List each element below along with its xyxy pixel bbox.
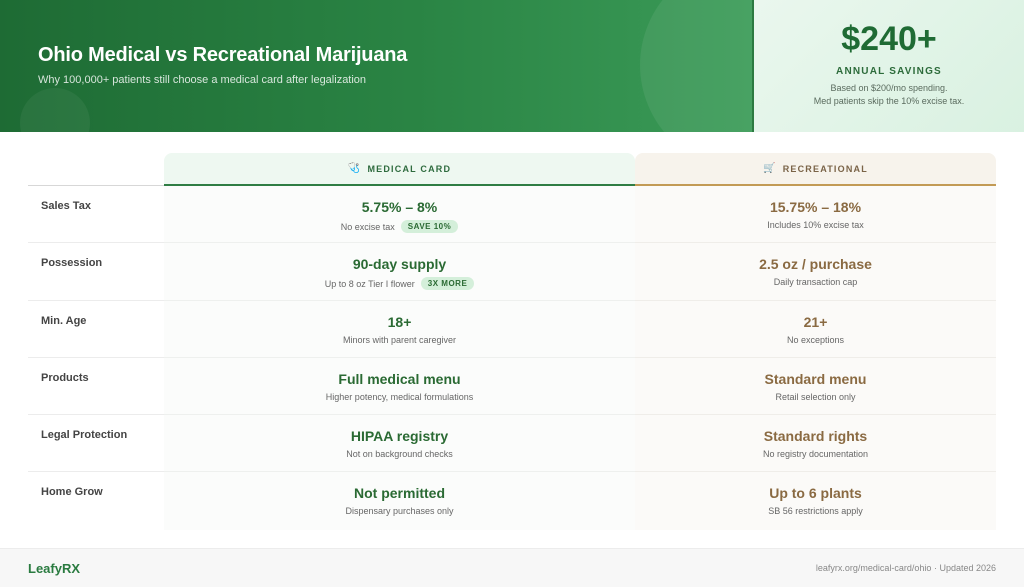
medical-value: Full medical menu <box>338 370 461 387</box>
decorative-circle <box>20 88 90 132</box>
table-row: Legal Protection HIPAA registry Not on b… <box>28 415 996 473</box>
header: Ohio Medical vs Recreational Marijuana W… <box>0 0 1024 132</box>
medical-value: 18+ <box>387 313 412 330</box>
stethoscope-icon: 🩺 <box>347 163 362 174</box>
recreational-value: 2.5 oz / purchase <box>759 256 872 273</box>
row-label: Min. Age <box>28 301 164 358</box>
medical-cell: HIPAA registry Not on background checks <box>164 415 635 473</box>
medical-cell: 90-day supply Up to 8 oz Tier I flower 3X… <box>164 243 635 301</box>
medical-value: 90-day supply <box>352 256 447 273</box>
medical-cell: 18+ Minors with parent caregiver <box>164 300 635 358</box>
medical-value: HIPAA registry <box>350 428 449 445</box>
recreational-value: Up to 6 plants <box>769 485 862 502</box>
row-label: Home Grow <box>41 486 103 499</box>
page-title: Ohio Medical vs Recreational Marijuana <box>38 44 408 66</box>
row-label: Legal Protection <box>28 415 164 473</box>
row-label: Possession <box>28 243 164 301</box>
medical-detail: Up to 8 oz Tier I flower <box>324 278 415 289</box>
page-subtitle: Why 100,000+ patients still choose a med… <box>38 74 367 86</box>
recreational-detail: No exceptions <box>786 334 845 345</box>
savings-label: ANNUAL SAVINGS <box>836 66 942 77</box>
medical-detail: No excise tax <box>340 221 395 232</box>
medical-cell: Not permitted Dispensary purchases only <box>164 472 635 530</box>
savings-panel: $240+ ANNUAL SAVINGS Based on $200/mo sp… <box>752 0 1024 132</box>
footer: LeafyRX leafyrx.org/medical-card/ohio · … <box>0 548 1024 587</box>
recreational-detail: Daily transaction cap <box>773 277 858 288</box>
recreational-value: 21+ <box>803 313 828 330</box>
highlight-badge: 3X MORE <box>420 277 475 291</box>
table-row: Home Grow Not permitted Dispensary purch… <box>28 472 996 530</box>
recreational-value: 15.75% – 18% <box>769 199 862 215</box>
footer-source-link[interactable]: leafyrx.org/medical-card/ohio · Updated … <box>816 563 996 573</box>
medical-cell: Full medical menu Higher potency, medica… <box>164 357 635 416</box>
recreational-column-header: 🛒 RECREATIONAL <box>635 153 996 186</box>
medical-detail: Minors with parent caregiver <box>342 334 457 345</box>
row-label: Products <box>28 358 164 416</box>
recreational-detail: SB 56 restrictions apply <box>768 506 863 517</box>
recreational-detail: No registry documentation <box>762 449 869 460</box>
table-header: 🩺 MEDICAL CARD 🛒 RECREATIONAL <box>28 153 996 186</box>
recreational-cell: Standard menu Retail selection only <box>635 357 996 416</box>
table-row: Products Full medical menu Higher potenc… <box>28 357 996 416</box>
highlight-badge: SAVE 10% <box>400 220 459 233</box>
medical-value: Not permitted <box>354 485 445 502</box>
recreational-cell: Up to 6 plants SB 56 restrictions apply <box>635 472 996 530</box>
decorative-circle <box>640 0 752 132</box>
recreational-value: Standard menu <box>764 370 867 387</box>
savings-note: Based on $200/mo spending. <box>830 83 948 93</box>
savings-note: Med patients skip the 10% excise tax. <box>813 96 965 106</box>
table-row: Min. Age 18+ Minors with parent caregive… <box>28 300 996 358</box>
medical-detail: Higher potency, medical formulations <box>325 391 474 402</box>
medical-detail: Not on background checks <box>346 449 453 460</box>
recreational-cell: Standard rights No registry documentatio… <box>635 415 996 473</box>
recreational-cell: 15.75% – 18% Includes 10% excise tax <box>635 186 996 244</box>
recreational-value: Standard rights <box>763 428 868 445</box>
recreational-column-label: RECREATIONAL <box>782 163 868 174</box>
table-row: Sales Tax 5.75% – 8% No excise tax SAVE 1… <box>28 186 996 244</box>
recreational-detail: Retail selection only <box>775 391 856 402</box>
savings-amount: $240+ <box>841 20 937 58</box>
medical-column-header: 🩺 MEDICAL CARD <box>164 153 635 186</box>
medical-value: 5.75% – 8% <box>361 199 438 215</box>
medical-cell: 5.75% – 8% No excise tax SAVE 10% <box>164 186 635 244</box>
medical-column-label: MEDICAL CARD <box>367 163 452 174</box>
recreational-cell: 21+ No exceptions <box>635 300 996 358</box>
table-row: Possession 90-day supply Up to 8 oz Tier… <box>28 243 996 301</box>
comparison-table: 🩺 MEDICAL CARD 🛒 RECREATIONAL Sales Tax … <box>28 153 996 530</box>
shopping-cart-icon: 🛒 <box>763 163 777 174</box>
medical-detail: Dispensary purchases only <box>345 506 454 517</box>
hero-banner: Ohio Medical vs Recreational Marijuana W… <box>0 0 752 132</box>
recreational-cell: 2.5 oz / purchase Daily transaction cap <box>635 243 996 301</box>
header-spacer <box>28 153 164 186</box>
brand-logo[interactable]: LeafyRX <box>28 561 80 576</box>
row-label: Sales Tax <box>28 186 164 244</box>
recreational-detail: Includes 10% excise tax <box>767 220 864 230</box>
